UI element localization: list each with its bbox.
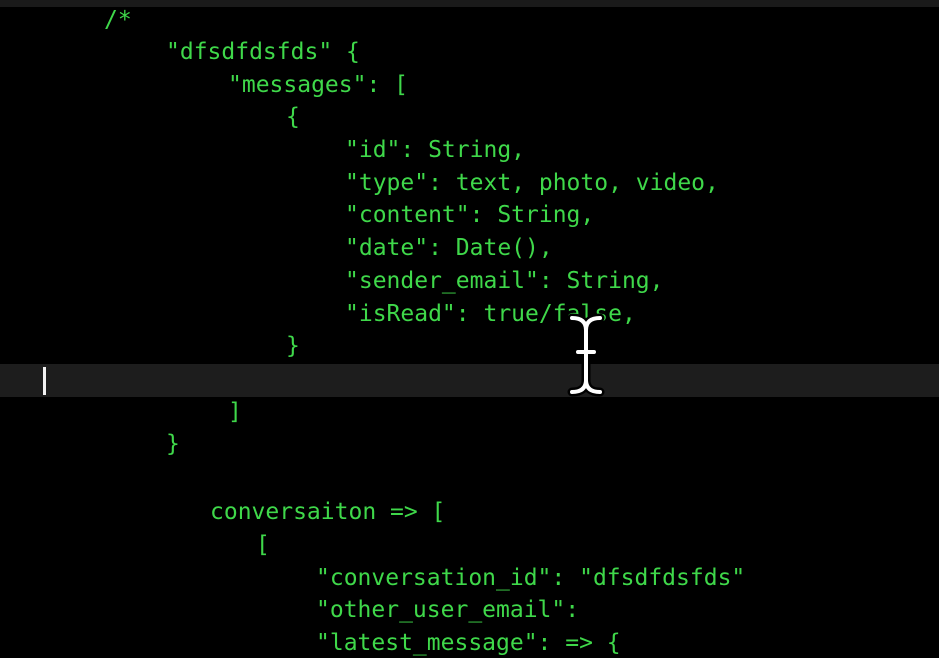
current-line[interactable] — [0, 364, 939, 397]
code-line[interactable]: "dfsdfdsfds" { — [0, 36, 939, 69]
code-line[interactable]: "latest_message": => { — [0, 627, 939, 658]
code-line[interactable]: "conversation_id": "dfsdfdsfds" — [0, 562, 939, 595]
ibeam-cursor-icon — [567, 313, 605, 397]
code-line[interactable]: { — [0, 101, 939, 134]
code-line[interactable]: } — [0, 428, 939, 461]
code-line[interactable]: conversaiton => [ — [0, 496, 939, 529]
code-line[interactable]: /* — [0, 4, 939, 37]
code-line[interactable]: "isRead": true/false, — [0, 298, 939, 331]
code-line[interactable]: "content": String, — [0, 199, 939, 232]
code-line[interactable]: "id": String, — [0, 134, 939, 167]
code-line[interactable]: ] — [0, 396, 939, 429]
code-line[interactable]: "sender_email": String, — [0, 265, 939, 298]
code-line[interactable]: "messages": [ — [0, 69, 939, 102]
caret-icon — [43, 367, 46, 395]
code-editor[interactable]: /* "dfsdfdsfds" { "messages": [ { "id": … — [0, 0, 939, 658]
code-line[interactable]: "date": Date(), — [0, 232, 939, 265]
code-line[interactable]: [ — [0, 529, 939, 562]
code-line[interactable]: "type": text, photo, video, — [0, 167, 939, 200]
code-line[interactable]: "other_user_email": — [0, 594, 939, 627]
code-line[interactable]: } — [0, 330, 939, 363]
